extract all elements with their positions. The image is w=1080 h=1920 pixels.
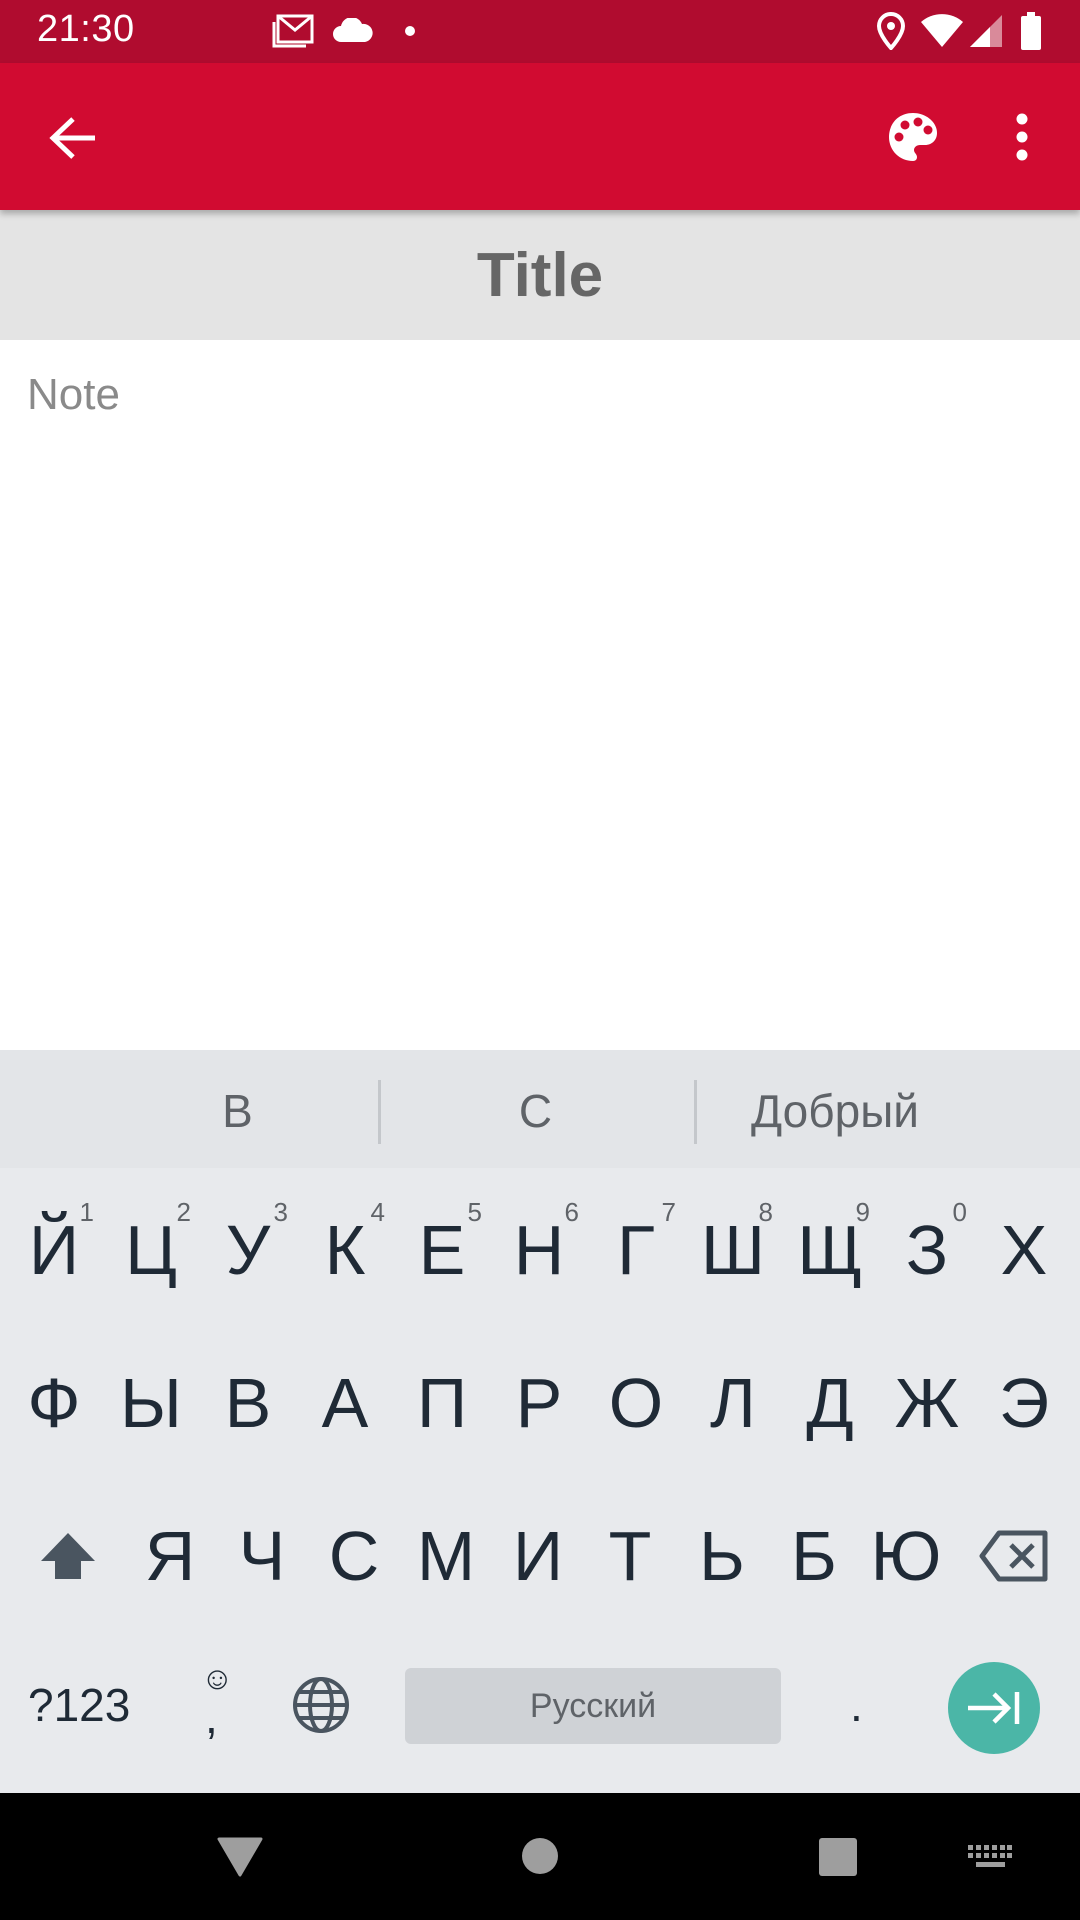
keyboard: В С Добрый Й1 Ц2 У3 К4 Е5 Н6 Г7 Ш8 Щ9 З0…	[0, 1050, 1080, 1793]
palette-button[interactable]	[878, 99, 948, 175]
key-row3-5[interactable]: И	[492, 1481, 584, 1631]
status-bar: 21:30	[0, 0, 1080, 63]
key-row3-2[interactable]: Ч	[216, 1481, 308, 1631]
key-row2-9[interactable]: Д	[782, 1328, 878, 1478]
key-row1-5[interactable]: Е5	[394, 1175, 490, 1325]
keyboard-switch-icon[interactable]	[968, 1845, 1012, 1869]
key-row1-6[interactable]: Н6	[491, 1175, 587, 1325]
title-placeholder: Title	[476, 240, 604, 310]
key-hint: 1	[79, 1197, 94, 1227]
globe-icon	[293, 1677, 349, 1733]
back-triangle-icon[interactable]	[216, 1837, 264, 1877]
key-hint: 9	[855, 1197, 870, 1227]
key-hint: 7	[661, 1197, 676, 1227]
key-row1-2[interactable]: Ц2	[103, 1175, 199, 1325]
comma-key[interactable]: ,	[205, 1690, 218, 1744]
symbols-key[interactable]: ?123	[28, 1678, 130, 1732]
suggestion-divider	[378, 1080, 381, 1144]
space-bar[interactable]: Русский	[405, 1668, 781, 1744]
signal-icon	[970, 15, 1002, 47]
tab-arrow-icon	[968, 1692, 1020, 1724]
key-row1-1[interactable]: Й1	[6, 1175, 102, 1325]
status-time: 21:30	[37, 8, 135, 50]
backspace-icon	[979, 1530, 1048, 1582]
title-field[interactable]: Title	[0, 210, 1080, 340]
wifi-icon	[921, 14, 963, 47]
more-options-button[interactable]	[1000, 99, 1044, 175]
key-row2-7[interactable]: О	[588, 1328, 684, 1478]
key-hint: 0	[952, 1197, 967, 1227]
key-row2-4[interactable]: А	[297, 1328, 393, 1478]
key-hint: 8	[758, 1197, 773, 1227]
key-row1-11[interactable]: Х	[976, 1175, 1072, 1325]
key-row2-5[interactable]: П	[394, 1328, 490, 1478]
key-row1-9[interactable]: Щ9	[782, 1175, 878, 1325]
next-key[interactable]	[948, 1662, 1040, 1754]
key-row1-8[interactable]: Ш8	[685, 1175, 781, 1325]
space-bar-label: Русский	[529, 1686, 657, 1725]
location-icon	[876, 12, 906, 50]
suggestion-2[interactable]: С	[468, 1084, 603, 1138]
shift-icon	[41, 1533, 95, 1579]
shift-key[interactable]	[18, 1481, 118, 1631]
note-placeholder: Note	[27, 370, 120, 419]
key-row3-4[interactable]: М	[400, 1481, 492, 1631]
arrow-back-icon	[49, 117, 95, 159]
suggestion-3[interactable]: Добрый	[730, 1084, 940, 1138]
recents-square-icon[interactable]	[818, 1837, 858, 1877]
key-row2-8[interactable]: Л	[685, 1328, 781, 1478]
note-field[interactable]: Note	[0, 340, 1080, 1050]
key-row3-3[interactable]: С	[308, 1481, 400, 1631]
cloud-icon	[333, 18, 373, 42]
battery-icon	[1021, 12, 1041, 50]
gmail-icon	[272, 14, 314, 48]
key-hint: 4	[370, 1197, 385, 1227]
key-hint: 5	[467, 1197, 482, 1227]
key-row2-1[interactable]: Ф	[6, 1328, 102, 1478]
key-row1-10[interactable]: З0	[879, 1175, 975, 1325]
key-row3-1[interactable]: Я	[124, 1481, 216, 1631]
palette-icon	[889, 113, 937, 161]
key-row2-3[interactable]: В	[200, 1328, 296, 1478]
suggestion-1[interactable]: В	[170, 1084, 305, 1138]
key-row3-9[interactable]: Ю	[860, 1481, 952, 1631]
key-row2-6[interactable]: Р	[491, 1328, 587, 1478]
key-row1-4[interactable]: К4	[297, 1175, 393, 1325]
backspace-key[interactable]	[962, 1481, 1066, 1631]
navigation-bar	[0, 1793, 1080, 1920]
key-row1-3[interactable]: У3	[200, 1175, 296, 1325]
key-row3-6[interactable]: Т	[584, 1481, 676, 1631]
home-circle-icon[interactable]	[520, 1836, 560, 1876]
back-button[interactable]	[30, 103, 116, 173]
key-row2-10[interactable]: Ж	[879, 1328, 975, 1478]
app-bar	[0, 63, 1080, 210]
more-vert-icon	[1016, 113, 1028, 161]
key-hint: 2	[176, 1197, 191, 1227]
suggestion-strip: В С Добрый	[0, 1050, 1080, 1168]
key-row3-8[interactable]: Б	[768, 1481, 860, 1631]
dot-icon	[405, 26, 415, 36]
key-hint: 3	[273, 1197, 288, 1227]
key-row3-7[interactable]: Ь	[676, 1481, 768, 1631]
language-key[interactable]	[292, 1676, 356, 1740]
key-row2-2[interactable]: Ы	[103, 1328, 199, 1478]
key-row2-11[interactable]: Э	[976, 1328, 1072, 1478]
key-hint: 6	[564, 1197, 579, 1227]
key-row1-7[interactable]: Г7	[588, 1175, 684, 1325]
suggestion-divider	[694, 1080, 697, 1144]
period-key[interactable]: .	[850, 1678, 863, 1732]
